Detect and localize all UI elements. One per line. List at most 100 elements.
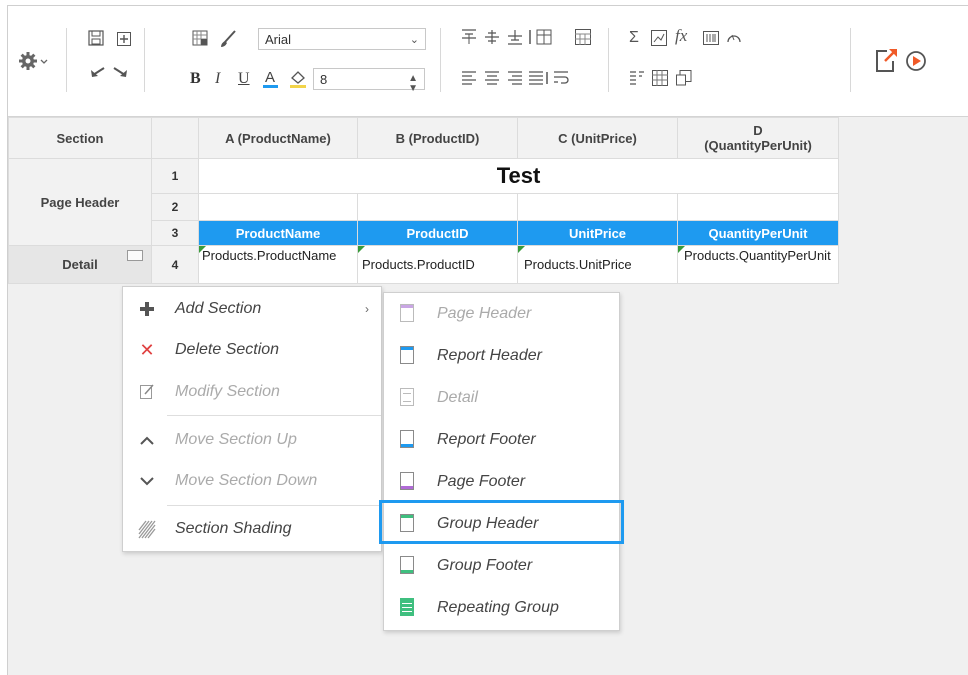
brush-icon[interactable] [220, 30, 236, 48]
menu-item-label: Move Section Down [175, 472, 318, 489]
wrap-text-icon[interactable] [553, 70, 569, 86]
font-color-button[interactable]: A [263, 69, 279, 89]
submenu-item-label: Group Header [437, 515, 539, 532]
justify-icon[interactable] [528, 70, 548, 86]
menu-item-label: Modify Section [175, 383, 280, 400]
page-footer-icon [400, 472, 414, 490]
gauge-icon[interactable] [726, 30, 742, 46]
align-top-icon[interactable] [461, 29, 477, 45]
menu-item-label: Delete Section [175, 341, 280, 358]
grid-cell[interactable] [677, 193, 839, 221]
table-row: Detail 4 Products.ProductName Products.P… [8, 245, 839, 284]
underline-button[interactable]: U [238, 71, 250, 87]
section-detail[interactable]: Detail [8, 245, 152, 284]
export-icon[interactable] [875, 47, 899, 73]
font-family-select[interactable]: Arial ⌄ [258, 28, 426, 50]
toolbar: Arial ⌄ B I U A 8 ▲ ▼ Σ fx [8, 6, 968, 117]
close-icon: ✕ [139, 340, 155, 360]
detail-field-text: Products.UnitPrice [524, 257, 632, 272]
context-menu: Add Section › ✕ Delete Section Modify Se… [122, 286, 382, 552]
section-page-header[interactable]: Page Header [8, 158, 152, 246]
submenu-item-label: Group Footer [437, 557, 533, 574]
report-designer: Arial ⌄ B I U A 8 ▲ ▼ Σ fx Section A (Pr… [7, 5, 968, 675]
table-icon[interactable] [652, 70, 668, 86]
submenu-item-group-footer[interactable]: Group Footer [384, 545, 619, 587]
submenu-item-detail[interactable]: Detail [384, 377, 619, 419]
align-right-icon[interactable] [507, 70, 523, 86]
function-icon[interactable]: fx [675, 27, 687, 44]
submenu-item-label: Detail [437, 389, 478, 406]
column-header-d[interactable]: D (QuantityPerUnit) [677, 117, 839, 159]
subreport-icon[interactable] [676, 70, 692, 86]
row-number[interactable]: 4 [151, 245, 199, 284]
menu-item-move-up[interactable]: Move Section Up [123, 420, 381, 460]
column-title-cell[interactable]: QuantityPerUnit [677, 220, 839, 246]
font-size-input[interactable]: 8 ▲ ▼ [313, 68, 425, 94]
column-header-a[interactable]: A (ProductName) [198, 117, 358, 159]
column-title-cell[interactable]: ProductID [357, 220, 518, 246]
menu-item-move-down[interactable]: Move Section Down [123, 461, 381, 501]
menu-item-modify-section[interactable]: Modify Section [123, 372, 381, 412]
align-center-icon[interactable] [484, 70, 500, 86]
table-row: Page Header 1 Test [8, 158, 839, 246]
submenu-item-repeating-group[interactable]: Repeating Group [384, 587, 619, 629]
gear-icon[interactable] [18, 50, 52, 72]
grid-cell[interactable] [357, 193, 518, 221]
border-icon[interactable] [528, 29, 568, 45]
detail-field-cell[interactable]: Products.ProductID [357, 245, 518, 284]
align-left-icon[interactable] [461, 70, 477, 86]
detail-field-cell[interactable]: Products.QuantityPerUnit [677, 245, 839, 284]
merge-cells-icon[interactable] [575, 29, 591, 45]
barcode-icon[interactable] [703, 31, 719, 45]
menu-divider [167, 505, 381, 506]
menu-item-delete-section[interactable]: ✕ Delete Section [123, 330, 381, 370]
column-title-cell[interactable]: UnitPrice [517, 220, 678, 246]
group-footer-icon [400, 556, 414, 574]
detail-field-cell[interactable]: Products.ProductName [198, 245, 358, 284]
menu-item-section-shading[interactable]: Section Shading [123, 509, 381, 549]
column-title-cell[interactable]: ProductName [198, 220, 358, 246]
submenu-item-page-header[interactable]: Page Header [384, 293, 619, 335]
cell-pattern-icon[interactable] [192, 30, 208, 46]
grid-cell[interactable] [198, 193, 358, 221]
font-family-value: Arial [265, 32, 292, 47]
detail-field-text: Products.QuantityPerUnit [684, 248, 831, 263]
indent-icon[interactable] [629, 70, 645, 86]
field-marker [199, 246, 206, 253]
report-grid: Section A (ProductName) B (ProductID) C … [8, 117, 839, 284]
submenu-item-group-header[interactable]: Group Header [379, 500, 624, 545]
submenu-item-label: Report Header [437, 347, 542, 364]
detail-field-cell[interactable]: Products.UnitPrice [517, 245, 678, 284]
submenu-item-report-footer[interactable]: Report Footer [384, 419, 619, 461]
menu-divider [167, 415, 381, 416]
column-header-c[interactable]: C (UnitPrice) [517, 117, 678, 159]
align-middle-icon[interactable] [484, 29, 500, 45]
preview-icon[interactable] [905, 50, 927, 72]
shading-icon [137, 509, 157, 565]
menu-item-add-section[interactable]: Add Section › [123, 289, 381, 329]
section-column-header: Section [8, 117, 152, 159]
grid-cell[interactable] [517, 193, 678, 221]
bold-button[interactable]: B [190, 71, 201, 87]
title-cell[interactable]: Test [198, 158, 839, 194]
grid-header-row: Section A (ProductName) B (ProductID) C … [8, 117, 839, 159]
row-number[interactable]: 2 [151, 193, 199, 221]
undo-icon[interactable] [88, 64, 106, 78]
italic-button[interactable]: I [215, 71, 220, 87]
column-header-b[interactable]: B (ProductID) [357, 117, 518, 159]
submenu-item-label: Page Footer [437, 473, 526, 490]
section-options-icon[interactable] [127, 250, 143, 261]
submenu-item-report-header[interactable]: Report Header [384, 335, 619, 377]
add-icon[interactable] [117, 32, 131, 46]
row-number[interactable]: 3 [151, 220, 199, 246]
sum-icon[interactable]: Σ [629, 30, 639, 46]
redo-icon[interactable] [112, 64, 130, 78]
submenu-item-page-footer[interactable]: Page Footer [384, 461, 619, 503]
chart-icon[interactable] [651, 30, 667, 46]
align-bottom-icon[interactable] [507, 29, 523, 45]
save-icon[interactable] [88, 30, 104, 46]
submenu-item-label: Repeating Group [437, 599, 559, 616]
row-number[interactable]: 1 [151, 158, 199, 194]
chevron-right-icon: › [365, 302, 369, 316]
fill-color-icon[interactable] [289, 69, 307, 89]
